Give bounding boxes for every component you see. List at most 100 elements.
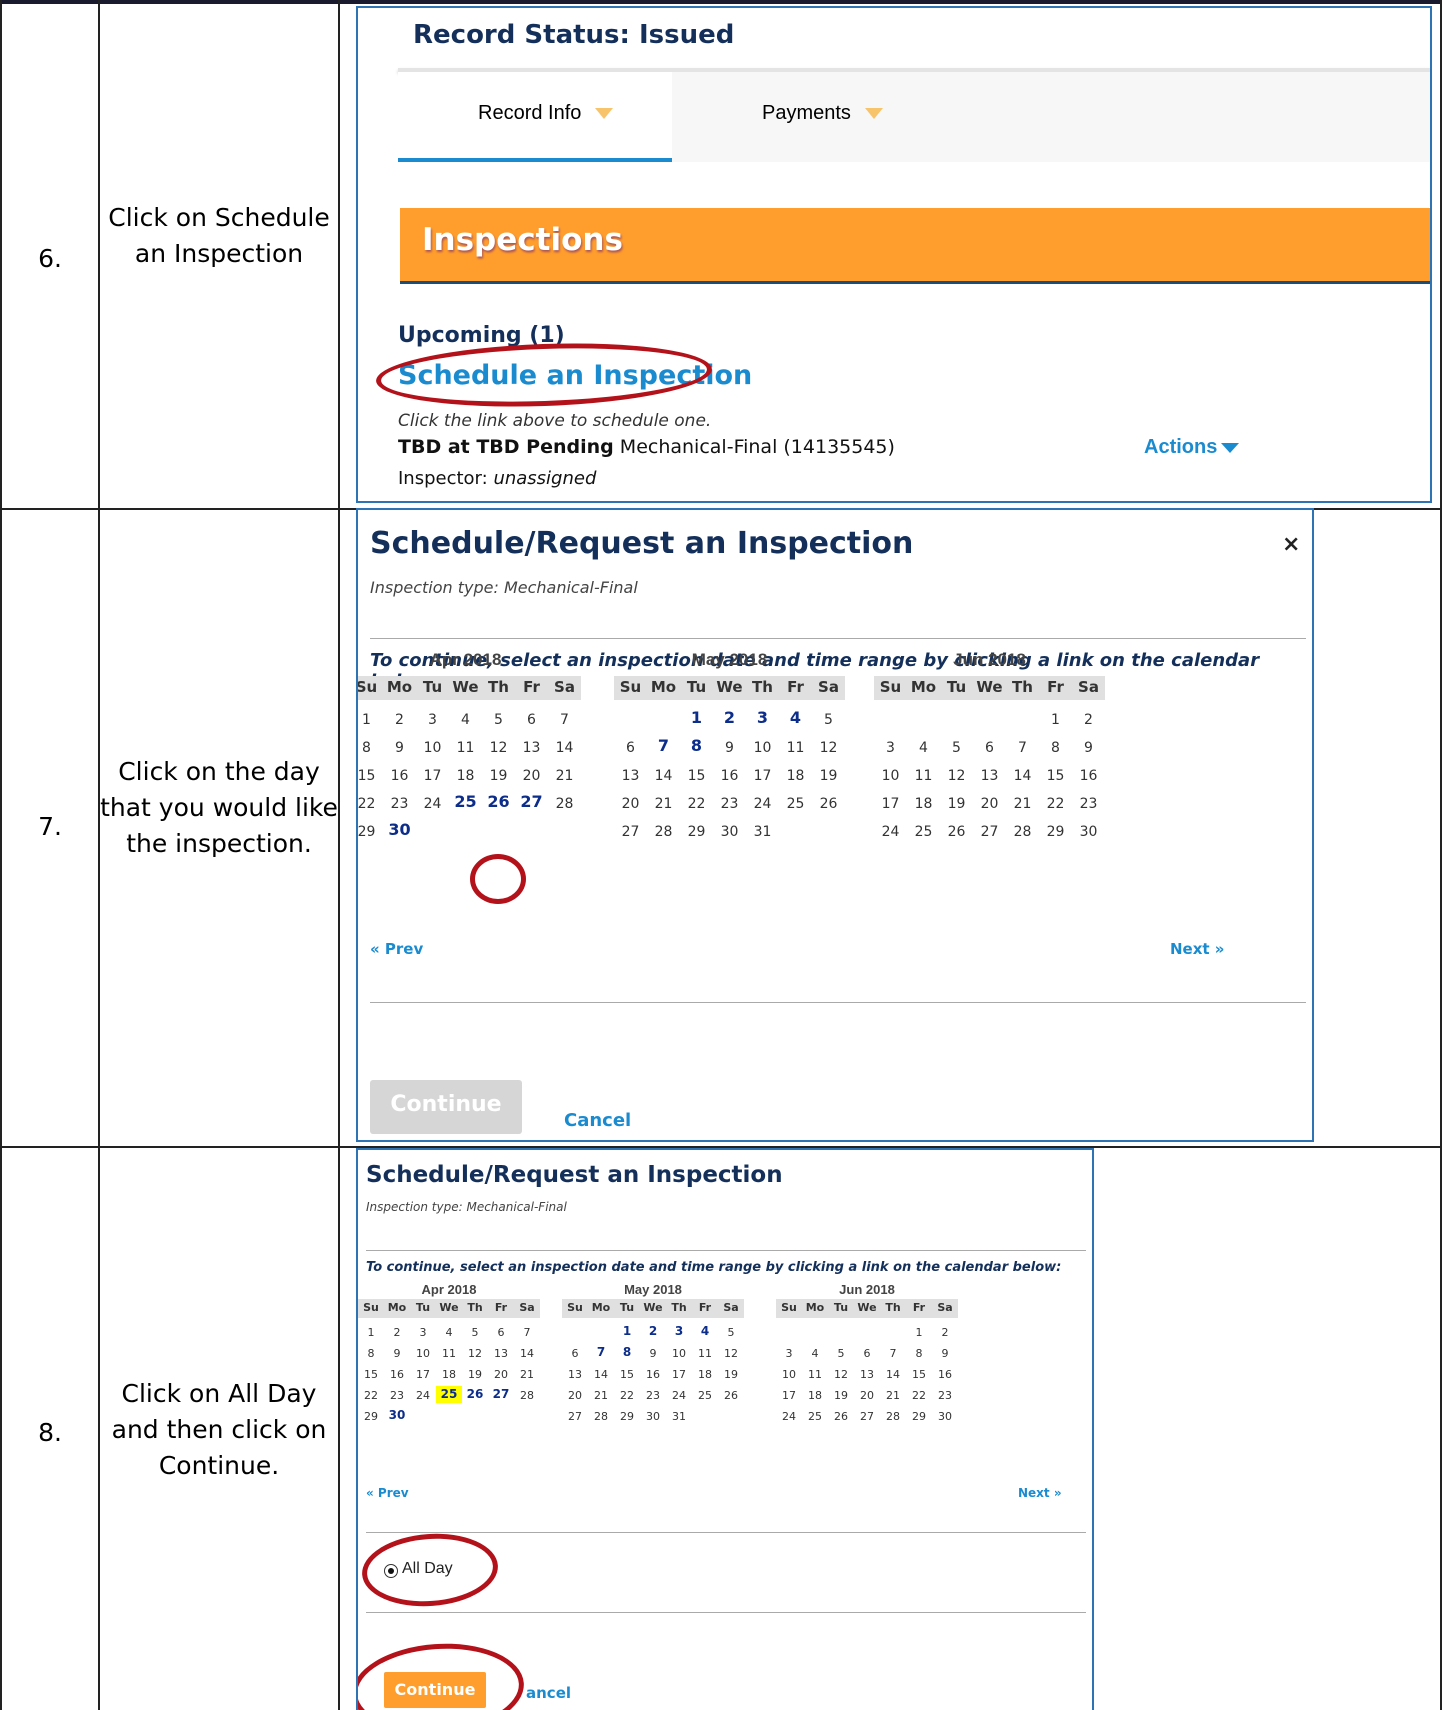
calendar-day: 1	[362, 712, 371, 728]
weekday-header: Th	[885, 1301, 901, 1314]
calendar-day: 16	[390, 1368, 404, 1381]
calendar-day[interactable]: 4	[779, 708, 812, 728]
calendar-day: 3	[428, 712, 437, 728]
calendar-day: 13	[522, 740, 541, 756]
weekday-header: Th	[671, 1301, 687, 1314]
calendar-day: 16	[646, 1368, 660, 1381]
calendar-day[interactable]: 3	[746, 708, 779, 728]
weekday-header: Su	[356, 678, 378, 696]
calendar-day[interactable]: 26	[482, 792, 515, 812]
calendar-day: 5	[471, 1326, 479, 1339]
calendar-day: 4	[461, 712, 470, 728]
close-icon[interactable]: ×	[1282, 532, 1300, 557]
calendar-day: 9	[393, 1347, 401, 1360]
tab-payments[interactable]: Payments	[762, 102, 883, 125]
calendar-day: 20	[621, 796, 640, 812]
calendar-day: 12	[834, 1368, 848, 1381]
calendar-day: 30	[646, 1410, 660, 1423]
calendar-day[interactable]: 25	[449, 792, 482, 812]
record-screenshot: Record Status: Issued Record Info Paymen…	[356, 6, 1432, 503]
weekday-header: Tu	[422, 678, 443, 696]
step-description: Click on Schedule an Inspection	[108, 203, 330, 268]
calendar-day[interactable]: 8	[614, 1344, 640, 1361]
calendar-day: 29	[357, 824, 376, 840]
calendar-day[interactable]: 30	[384, 1407, 410, 1424]
inspector-line: Inspector: unassigned	[398, 468, 597, 489]
calendar-day: 3	[785, 1347, 793, 1360]
continue-button-disabled[interactable]: Continue	[370, 1080, 522, 1134]
weekday-header: Su	[363, 1301, 379, 1314]
calendar-day: 17	[416, 1368, 430, 1381]
weekday-header: We	[643, 1301, 663, 1314]
calendar-day: 9	[725, 740, 734, 756]
calendar-day: 10	[423, 740, 442, 756]
col-divider	[338, 0, 340, 1710]
calendar-day: 14	[1013, 768, 1032, 784]
weekday-header: Tu	[833, 1301, 849, 1314]
calendar-day: 18	[808, 1389, 822, 1402]
calendar-day: 26	[947, 824, 966, 840]
weekday-header: Tu	[415, 1301, 431, 1314]
calendar-day: 19	[724, 1368, 738, 1381]
calendar-day: 21	[555, 768, 574, 784]
calendar-day[interactable]: 8	[680, 736, 713, 756]
calendar-day: 22	[364, 1389, 378, 1402]
calendar-day[interactable]: 1	[614, 1323, 640, 1340]
calendar-day: 8	[362, 740, 371, 756]
calendar-day: 29	[912, 1410, 926, 1423]
calendar-day[interactable]: 27	[488, 1386, 514, 1403]
calendar-day[interactable]: 2	[640, 1323, 666, 1340]
highlight-circle	[358, 1638, 527, 1710]
tab-record-info-label[interactable]: Record Info	[478, 102, 614, 125]
weekday-header: Th	[752, 678, 773, 696]
calendar-day: 15	[687, 768, 706, 784]
calendar-day: 22	[1046, 796, 1065, 812]
calendar-day[interactable]: 26	[462, 1386, 488, 1403]
calendar-day: 17	[753, 768, 772, 784]
cancel-link[interactable]: ancel	[526, 1684, 571, 1702]
calendar-day: 24	[672, 1389, 686, 1402]
divider	[366, 1532, 1086, 1533]
calendar-day: 11	[698, 1347, 712, 1360]
calendar-day[interactable]: 4	[692, 1323, 718, 1340]
calendar-day: 9	[1084, 740, 1093, 756]
calendar-day: 4	[445, 1326, 453, 1339]
selected-calendar-day[interactable]: 25	[436, 1386, 462, 1403]
calendar-day: 16	[720, 768, 739, 784]
calendar-day: 28	[654, 824, 673, 840]
cancel-link[interactable]: Cancel	[564, 1110, 631, 1131]
calendar-day[interactable]: 7	[588, 1344, 614, 1361]
weekday-header: Su	[879, 678, 902, 696]
prev-link[interactable]: « Prev	[366, 1486, 409, 1500]
next-link[interactable]: Next »	[1170, 940, 1225, 958]
calendar-day[interactable]: 2	[713, 708, 746, 728]
weekday-header: Sa	[723, 1301, 739, 1314]
calendar-day: 18	[456, 768, 475, 784]
calendar-day[interactable]: 30	[383, 820, 416, 840]
weekday-header: Fr	[523, 678, 540, 696]
calendar-day[interactable]: 3	[666, 1323, 692, 1340]
weekday-header: We	[716, 678, 743, 696]
calendar-day: 15	[364, 1368, 378, 1381]
month-title: Jun 2018	[953, 650, 1026, 669]
calendar-day: 18	[914, 796, 933, 812]
schedule-dialog-large: Schedule/Request an Inspection × Inspect…	[356, 508, 1314, 1142]
calendar-day[interactable]: 1	[680, 708, 713, 728]
calendar-day: 13	[568, 1368, 582, 1381]
month-title: Jun 2018	[839, 1282, 895, 1297]
record-status: Record Status: Issued	[413, 20, 735, 50]
calendar-day[interactable]: 7	[647, 736, 680, 756]
calendar-day[interactable]: 27	[515, 792, 548, 812]
calendar-day: 20	[568, 1389, 582, 1402]
calendar-day: 10	[416, 1347, 430, 1360]
actions-dropdown[interactable]: Actions	[1144, 436, 1240, 459]
calendar-day: 28	[520, 1389, 534, 1402]
next-link[interactable]: Next »	[1018, 1486, 1062, 1500]
calendar-day: 23	[390, 796, 409, 812]
prev-link[interactable]: « Prev	[370, 940, 423, 958]
calendar-day: 6	[863, 1347, 871, 1360]
calendar-day: 17	[672, 1368, 686, 1381]
calendar-day: 8	[1051, 740, 1060, 756]
calendar-day: 9	[395, 740, 404, 756]
calendar-day: 2	[1084, 712, 1093, 728]
